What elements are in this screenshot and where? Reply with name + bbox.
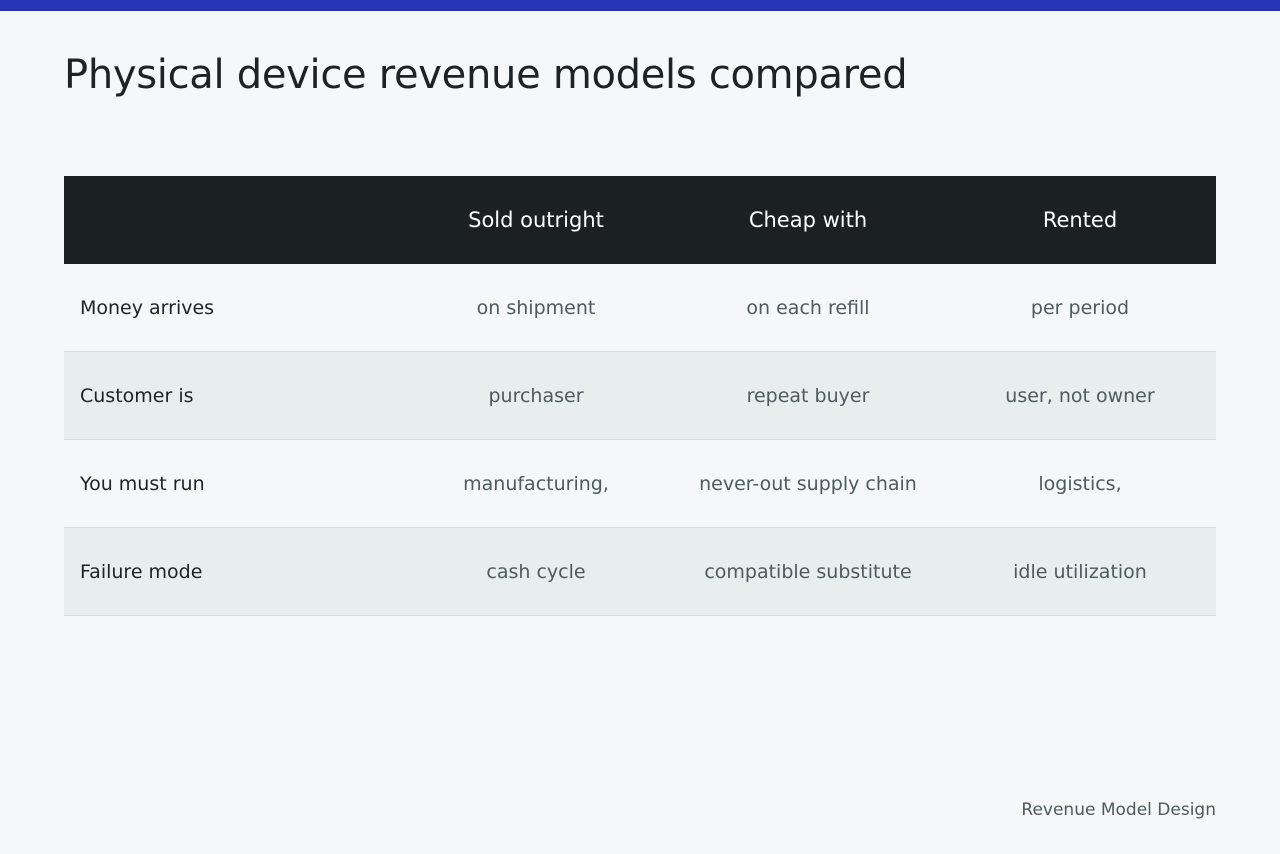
row-label-money-arrives: Money arrives <box>64 264 400 352</box>
column-header-empty <box>64 176 400 264</box>
column-header-rented: Rented <box>944 176 1216 264</box>
table-cell: cash cycle <box>400 527 672 616</box>
column-header-cheap-with: Cheap with <box>672 176 944 264</box>
table-cell: on shipment <box>400 264 672 352</box>
row-label-customer-is: Customer is <box>64 351 400 440</box>
table-cell: per period <box>944 264 1216 352</box>
comparison-table: Sold outright Cheap with Rented Money ar… <box>64 176 1216 616</box>
table-header-row: Sold outright Cheap with Rented <box>64 176 1216 264</box>
table-cell: user, not owner <box>944 351 1216 440</box>
table-cell: repeat buyer <box>672 351 944 440</box>
table-cell: on each refill <box>672 264 944 352</box>
row-label-failure-mode: Failure mode <box>64 527 400 616</box>
table-cell: manufacturing, <box>400 439 672 528</box>
footer-label: Revenue Model Design <box>1021 800 1216 820</box>
table-cell: logistics, <box>944 439 1216 528</box>
table-row: You must run manufacturing, never-out su… <box>64 439 1216 528</box>
table-cell: purchaser <box>400 351 672 440</box>
table-cell: compatible substitute <box>672 527 944 616</box>
column-header-sold-outright: Sold outright <box>400 176 672 264</box>
top-accent-bar <box>0 0 1280 11</box>
row-label-you-must-run: You must run <box>64 439 400 528</box>
table-row: Failure mode cash cycle compatible subst… <box>64 527 1216 616</box>
table-row: Customer is purchaser repeat buyer user,… <box>64 351 1216 440</box>
table-cell: idle utilization <box>944 527 1216 616</box>
page-title: Physical device revenue models compared <box>64 52 908 98</box>
table-cell: never-out supply chain <box>672 439 944 528</box>
table-row: Money arrives on shipment on each refill… <box>64 264 1216 352</box>
